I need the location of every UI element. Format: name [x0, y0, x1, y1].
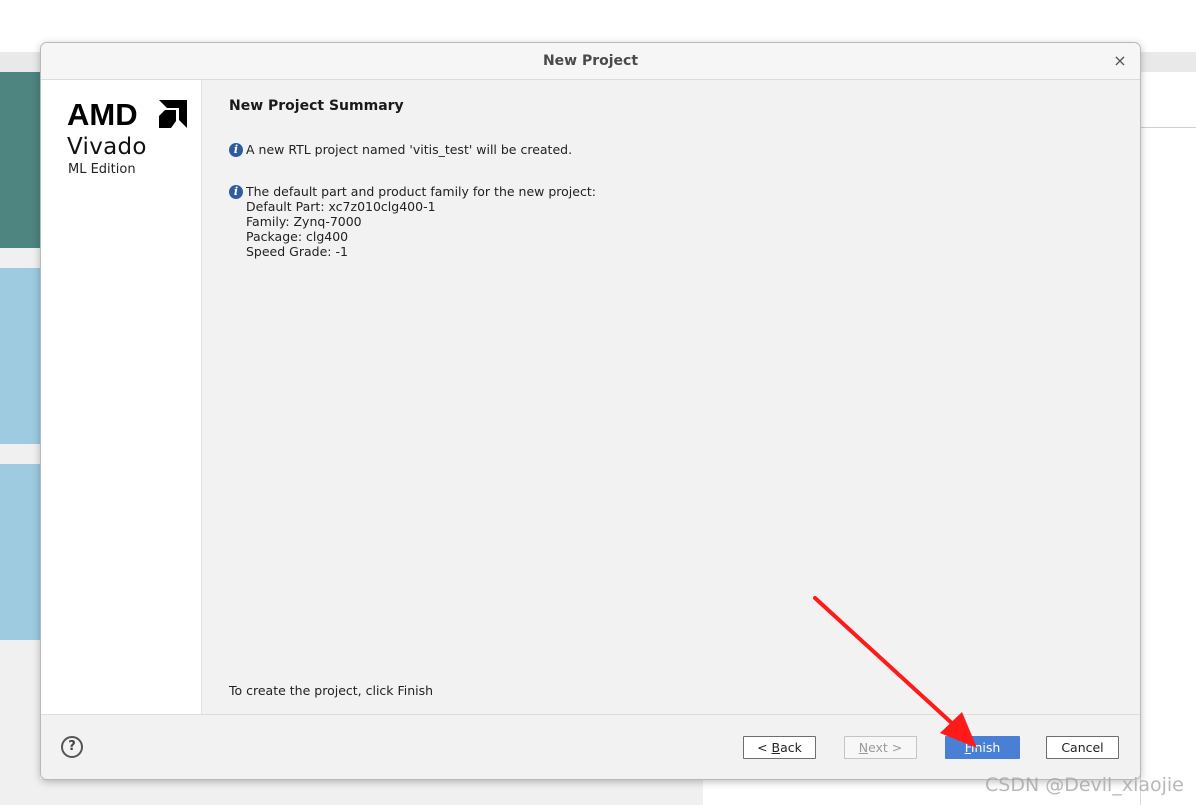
close-button[interactable]: × — [1110, 51, 1130, 71]
amd-logo: AMD — [67, 97, 189, 133]
info-icon: i — [229, 143, 243, 157]
amd-logo-text: AMD — [67, 99, 138, 129]
summary-content: New Project Summary i A new RTL project … — [202, 80, 1140, 714]
part-details: Default Part: xc7z010clg400-1 Family: Zy… — [246, 199, 436, 259]
watermark: CSDN @Devil_xiaojie — [985, 774, 1184, 796]
family-line: Family: Zynq-7000 — [246, 214, 362, 229]
package-line: Package: clg400 — [246, 229, 349, 244]
background-tile — [0, 464, 40, 640]
finish-label-rest: inish — [970, 740, 1001, 755]
next-label-rest: ext > — [868, 740, 903, 755]
finish-instruction: To create the project, click Finish — [229, 683, 434, 698]
background-divider — [1140, 127, 1196, 128]
project-info-text: A new RTL project named 'vitis_test' wil… — [246, 142, 573, 157]
vivado-logo-text: Vivado — [67, 134, 147, 160]
amd-logo-graphic: AMD — [67, 97, 187, 132]
page-title: New Project Summary — [229, 98, 404, 114]
help-button[interactable]: ? — [61, 736, 83, 758]
back-label-mnemonic: B — [771, 740, 781, 755]
part-info-text: The default part and product family for … — [246, 184, 596, 199]
button-bar: ? < Back Next > Finish Cancel — [41, 714, 1140, 779]
back-button[interactable]: < Back — [743, 736, 816, 759]
default-part-line: Default Part: xc7z010clg400-1 — [246, 199, 436, 214]
info-icon: i — [229, 185, 243, 199]
background-tile — [0, 268, 40, 444]
back-label-rest: ack — [780, 740, 802, 755]
dialog-titlebar[interactable]: New Project × — [41, 43, 1140, 80]
help-icon: ? — [68, 739, 76, 754]
background-tile — [0, 72, 40, 248]
edition-label: ML Edition — [68, 162, 136, 177]
new-project-dialog: New Project × AMD Vivado ML Edition New … — [40, 42, 1141, 780]
finish-button[interactable]: Finish — [945, 736, 1020, 759]
dialog-sidebar: AMD Vivado ML Edition — [41, 80, 202, 714]
next-button[interactable]: Next > — [844, 736, 917, 759]
dialog-title: New Project — [542, 53, 639, 69]
back-label-prefix: < — [757, 740, 772, 755]
background-right-panel — [1140, 72, 1196, 805]
close-icon: × — [1113, 51, 1127, 70]
background-bottom-area — [0, 779, 703, 805]
cancel-button[interactable]: Cancel — [1046, 736, 1119, 759]
next-label-mnemonic: N — [858, 740, 869, 755]
speed-grade-line: Speed Grade: -1 — [246, 244, 348, 259]
